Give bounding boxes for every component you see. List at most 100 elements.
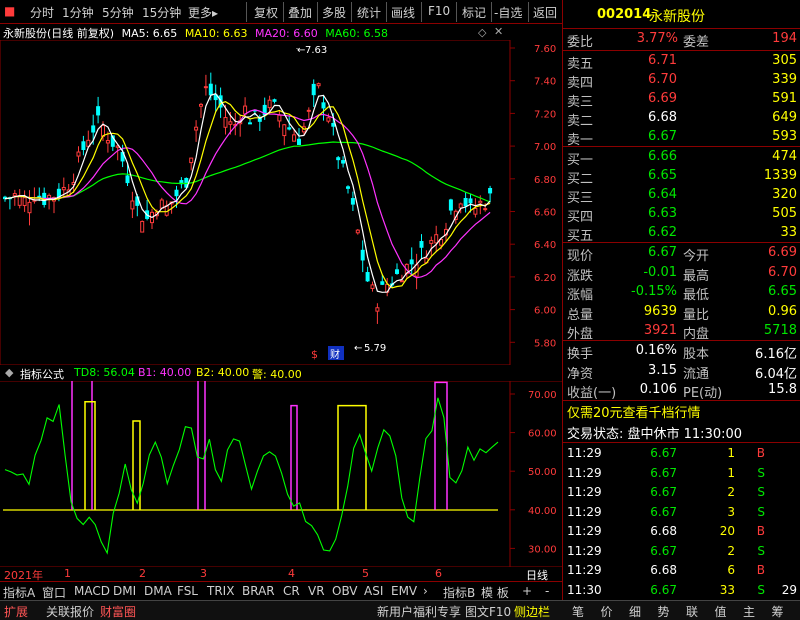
order-ratio-row: 委比 3.77% 委差 194 (563, 29, 800, 50)
candle-body (478, 200, 483, 204)
mark-button[interactable]: 标记 (462, 4, 486, 21)
candle-body (316, 83, 321, 87)
trade-side: S (757, 582, 765, 597)
tab-intraday[interactable]: 分时 (30, 4, 54, 21)
tab-fsl[interactable]: FSL (177, 584, 198, 598)
related-quote-button[interactable]: 关联报价 (46, 603, 94, 620)
trade-price: 6.68 (650, 524, 677, 538)
trade-side: S (757, 504, 765, 519)
stat-value: -0.01 (643, 264, 677, 280)
panel-tab-3[interactable]: 势 (658, 603, 670, 620)
toolbar-toggle-icon[interactable]: ■ (4, 4, 15, 18)
month-2: 2 (139, 567, 146, 580)
indicator-title[interactable]: 指标公式 (20, 366, 64, 382)
stat-label: 最低 (683, 288, 710, 303)
candle-body (360, 249, 365, 261)
panel-tab-6[interactable]: 主 (743, 603, 755, 620)
trade-row: 11:29 6.67 1 S (563, 464, 800, 483)
bid-row: 买二 6.65 1339 (563, 166, 800, 187)
f10-button[interactable]: F10 (428, 4, 450, 18)
add-window-button[interactable]: + (522, 584, 532, 598)
wealth-circle-button[interactable]: 财富圈 (100, 603, 136, 620)
trade-time: 11:29 (567, 543, 602, 558)
bid-row: 买四 6.63 505 (563, 204, 800, 225)
remove-watchlist-button[interactable]: -自选 (494, 4, 522, 21)
new-user-benefit-link[interactable]: 新用户福利专享 (377, 603, 461, 620)
candle-body (22, 197, 27, 207)
candle-body (96, 106, 101, 116)
candle-body (76, 151, 81, 157)
tab-obv[interactable]: OBV (332, 584, 358, 598)
candle-body (311, 83, 316, 96)
sidebar-toggle-button[interactable]: 侧边栏 (514, 603, 550, 620)
tab-trix[interactable]: TRIX (207, 584, 234, 598)
ask-volume: 305 (772, 53, 797, 68)
fundamental-label: 流通 (683, 366, 710, 382)
more-menu[interactable]: 更多▸ (188, 4, 218, 21)
tab-asi[interactable]: ASI (364, 584, 383, 598)
price-axis-label: 6.40 (534, 240, 556, 251)
adjust-button[interactable]: 复权 (254, 4, 278, 21)
trade-time: 11:29 (567, 446, 602, 460)
draw-line-button[interactable]: 画线 (391, 4, 415, 21)
candlestick-chart[interactable]: 7.63 ← ← 5.79 $ 财 7.60 7.40 7.20 7.00 6.80 6.… (0, 40, 562, 365)
alert-label: 警: 40.00 (252, 368, 302, 381)
tab-indicator-b[interactable]: 指标B (443, 584, 475, 601)
date-axis: 2021年 1 2 3 4 5 6 日线 (0, 567, 562, 582)
indicator-chart[interactable]: 70.00 60.00 50.00 40.00 30.00 (0, 381, 562, 567)
level2-promo-link[interactable]: 仅需20元查看千档行情 (567, 402, 701, 421)
tab-indicator-a[interactable]: 指标A (3, 584, 35, 601)
tab-window[interactable]: 窗口 (42, 584, 66, 601)
weicha-value: 194 (772, 31, 797, 46)
trade-volume: 2 (727, 485, 735, 499)
overlay-button[interactable]: 叠加 (288, 4, 312, 21)
expand-button[interactable]: 扩展 (4, 603, 28, 620)
tab-dmi[interactable]: DMI (113, 584, 136, 598)
ma10-label: MA10: 6.63 (184, 27, 248, 40)
diamond-icon[interactable]: ◇ (478, 26, 486, 39)
tab-cr[interactable]: CR (283, 584, 300, 598)
candle-body (375, 307, 380, 312)
panel-tab-5[interactable]: 值 (715, 603, 727, 620)
tab-brar[interactable]: BRAR (242, 584, 275, 598)
trade-side: B (756, 563, 765, 577)
bid-volume: 320 (772, 187, 797, 202)
f10-graphic-button[interactable]: 图文F10 (465, 603, 511, 620)
indicator-menu-icon[interactable]: ◆ (5, 366, 13, 379)
panel-tab-2[interactable]: 细 (629, 603, 641, 620)
panel-tab-0[interactable]: 笔 (572, 603, 584, 620)
trade-side: S (757, 465, 765, 480)
candle-body (27, 201, 32, 214)
finance-marker[interactable]: 财 (330, 348, 340, 361)
tab-dma[interactable]: DMA (144, 584, 172, 598)
tab-5min[interactable]: 5分钟 (102, 4, 134, 21)
indicator-axis-label: 30.00 (528, 544, 557, 555)
close-icon[interactable]: ✕ (494, 25, 503, 38)
divider (317, 2, 318, 22)
scroll-right-icon[interactable]: › (423, 584, 428, 598)
multi-stock-button[interactable]: 多股 (322, 4, 346, 21)
trade-volume: 20 (719, 524, 735, 538)
panel-tab-4[interactable]: 联 (686, 603, 698, 620)
tab-emv[interactable]: EMV (391, 584, 417, 598)
candle-body (419, 241, 424, 248)
tab-template[interactable]: 模 板 (481, 584, 509, 601)
remove-window-button[interactable]: - (545, 584, 549, 598)
trade-row: 11:29 6.67 2 S (563, 542, 800, 561)
candle-body (473, 207, 478, 215)
tab-macd[interactable]: MACD (74, 584, 110, 598)
statistics-button[interactable]: 统计 (357, 4, 381, 21)
panel-tab-1[interactable]: 价 (601, 603, 613, 620)
weibi-label: 委比 (567, 35, 594, 50)
b2-label: B2: 40.00 (196, 366, 250, 379)
candle-body (326, 117, 331, 122)
back-button[interactable]: 返回 (533, 4, 557, 21)
tab-15min[interactable]: 15分钟 (142, 4, 181, 21)
dividend-marker[interactable]: $ (311, 348, 318, 361)
panel-tab-7[interactable]: 筹 (772, 603, 784, 620)
trade-count: 29 (781, 582, 797, 597)
ask-volume: 649 (772, 110, 797, 125)
tab-vr[interactable]: VR (308, 584, 325, 598)
tab-1min[interactable]: 1分钟 (62, 4, 94, 21)
ma10-line (4, 101, 491, 289)
